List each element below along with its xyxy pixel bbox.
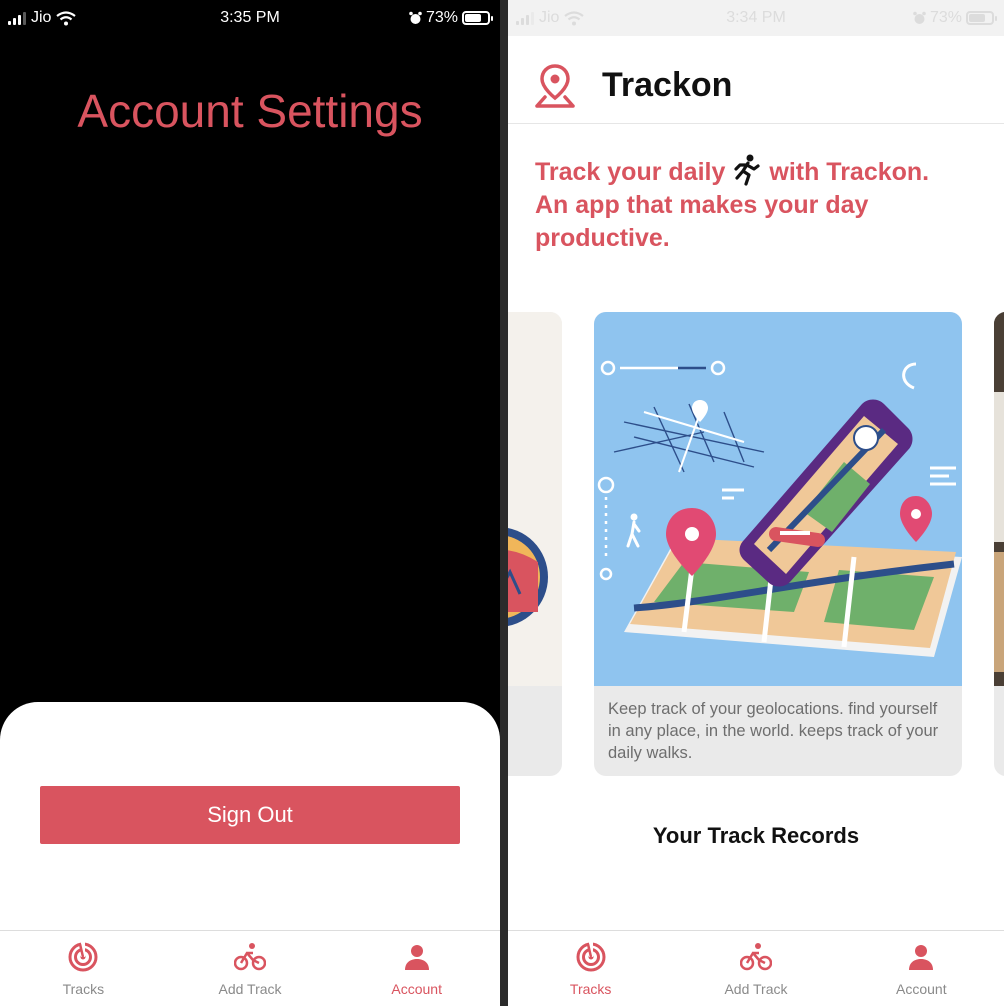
battery-icon	[966, 11, 997, 25]
tab-account[interactable]: Account	[839, 931, 1004, 1006]
tab-add-track[interactable]: Add Track	[167, 931, 334, 1006]
person-icon	[401, 941, 433, 973]
section-title: Your Track Records	[652, 823, 860, 848]
battery-icon	[462, 11, 493, 25]
globe-illustration	[508, 528, 548, 626]
alarm-icon	[409, 11, 422, 24]
status-bar: Jio 3:35 PM 73%	[0, 0, 500, 36]
tab-label: Tracks	[62, 981, 105, 997]
tab-add-track[interactable]: Add Track	[673, 931, 838, 1006]
tab-label: Add Track	[218, 981, 282, 997]
tab-label: Tracks	[569, 981, 612, 997]
app-name: Trackon	[602, 66, 733, 104]
tab-label: Account	[391, 981, 442, 997]
tagline-line-2: An app that makes your day productive.	[535, 191, 869, 252]
page-title: Account Settings	[77, 85, 423, 137]
card-illustration	[508, 312, 562, 686]
sign-out-button[interactable]: Sign Out	[40, 786, 460, 844]
battery-percent: 73%	[929, 9, 962, 26]
bicycle-icon	[234, 941, 266, 973]
tagline: Track your daily with Trackon. An app th…	[535, 154, 975, 255]
location-pin-icon	[535, 64, 575, 108]
map-illustration	[594, 312, 962, 686]
runner-icon	[734, 154, 760, 186]
tab-account[interactable]: Account	[333, 931, 500, 1006]
radar-icon	[575, 941, 607, 973]
tab-bar: Tracks Add Track Account	[0, 930, 500, 1006]
feature-card[interactable]: Keep track of your geolocations. find yo…	[594, 312, 962, 776]
bicycle-icon	[740, 941, 772, 973]
battery-percent: 73%	[425, 9, 458, 26]
tagline-part-1: Track your daily	[535, 158, 726, 186]
feature-card-previous[interactable]	[508, 312, 562, 776]
tab-bar: Tracks Add Track Account	[508, 930, 1004, 1006]
card-description: Keep track of your geolocations. find yo…	[608, 700, 939, 762]
card-illustration	[994, 312, 1004, 686]
status-bar: Jio 3:34 PM 73%	[508, 0, 1004, 36]
app-header: Trackon	[508, 36, 1004, 124]
tab-tracks[interactable]: Tracks	[0, 931, 167, 1006]
radar-icon	[67, 941, 99, 973]
tagline-part-2: with Trackon.	[769, 158, 930, 186]
tab-tracks[interactable]: Tracks	[508, 931, 673, 1006]
person-icon	[905, 941, 937, 973]
home-screen: Jio 3:34 PM 73% Trackon Track your daily…	[508, 0, 1004, 1006]
photo-illustration	[994, 312, 1004, 686]
tab-label: Account	[896, 981, 947, 997]
tab-label: Add Track	[724, 981, 788, 997]
alarm-icon	[913, 11, 926, 24]
feature-card-next[interactable]	[994, 312, 1004, 776]
account-screen: Jio 3:35 PM 73% Account Settings Sign Ou…	[0, 0, 500, 1006]
